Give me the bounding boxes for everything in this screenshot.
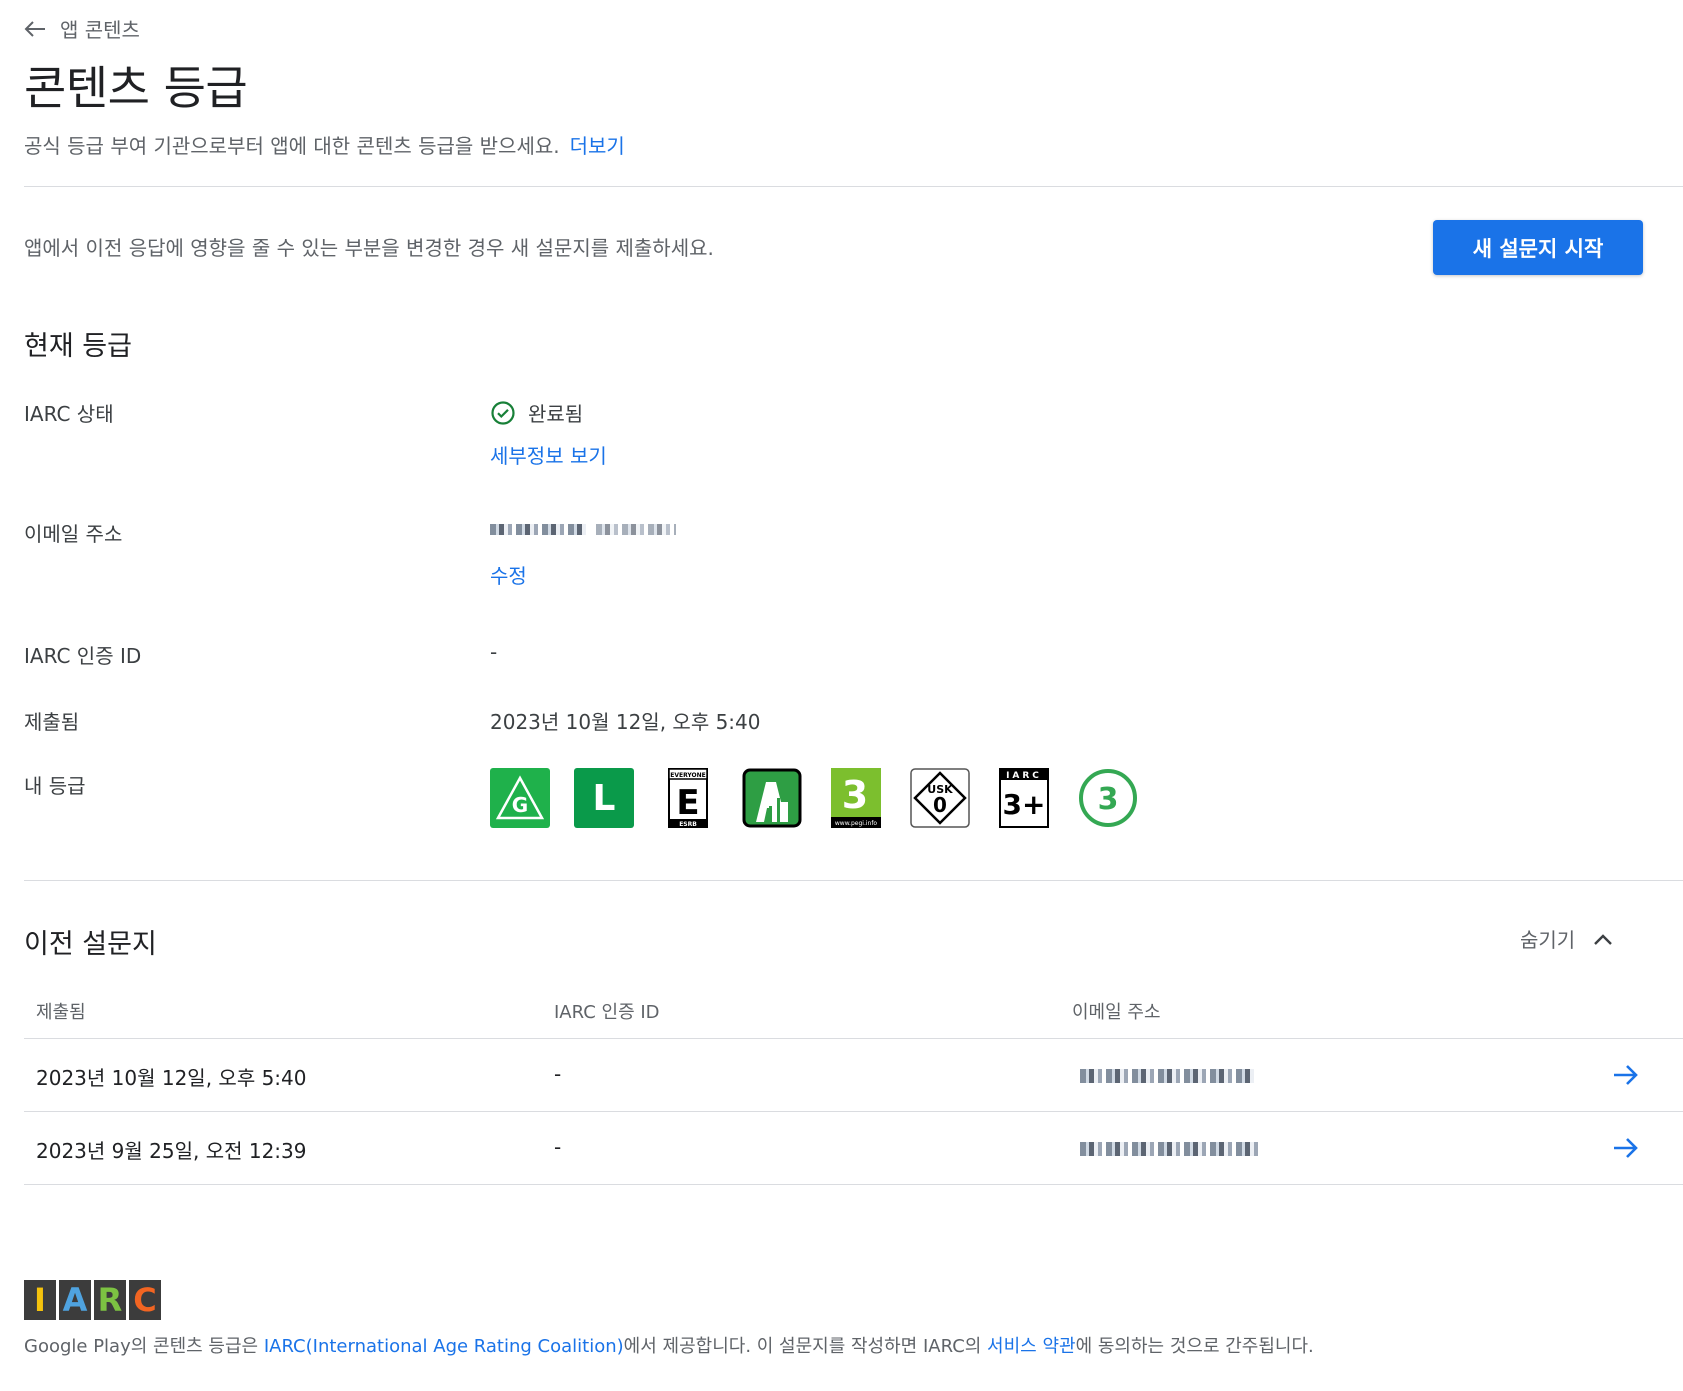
pegi-3-text: 3 [842, 773, 868, 817]
usk-0-icon: USK 0 [910, 768, 970, 828]
page-subtitle: 공식 등급 부여 기관으로부터 앱에 대한 콘텐츠 등급을 받으세요. 더보기 [24, 130, 625, 159]
esrb-e-text: E [676, 783, 699, 823]
current-rating-title: 현재 등급 [24, 331, 132, 362]
iarc-logo-letter-a: A [59, 1280, 91, 1320]
row-1-submitted: 2023년 10월 12일, 오후 5:40 [36, 1066, 307, 1090]
page-title: 콘텐츠 등급 [24, 61, 248, 115]
iarc-link[interactable]: IARC(International Age Rating Coalition) [264, 1336, 624, 1357]
section-divider [24, 880, 1683, 881]
cert-id-value: - [490, 640, 498, 664]
table-bottom-divider [24, 1184, 1683, 1185]
start-new-questionnaire-button[interactable]: 새 설문지 시작 [1433, 220, 1643, 275]
footer-text: Google Play의 콘텐츠 등급은 IARC(International … [24, 1332, 1314, 1358]
iarc-logo-letter-i: I [24, 1280, 56, 1320]
iarc-status-text: 완료됨 [528, 402, 584, 426]
usk-0-text: 0 [933, 793, 947, 817]
row-2-submitted: 2023년 9월 25일, 오전 12:39 [36, 1139, 307, 1163]
classind-l-text: L [592, 777, 616, 819]
chevron-up-icon [1594, 933, 1613, 945]
learn-more-link[interactable]: 더보기 [570, 134, 625, 158]
esrb-everyone-icon: EVERYONE E ESRB [658, 768, 718, 828]
generic-3-icon: 3 [1078, 768, 1138, 828]
cert-id-label: IARC 인증 ID [24, 644, 142, 668]
rating-icons: G L EVERYONE E ESRB 3 www.pegi.info USK … [490, 768, 1138, 828]
column-header-submitted: 제출됨 [36, 1002, 86, 1023]
esrb-bottom-text: ESRB [679, 821, 697, 828]
iarc-status-label: IARC 상태 [24, 402, 114, 426]
header-divider [24, 186, 1683, 187]
footer-text-part-1: Google Play의 콘텐츠 등급은 [24, 1336, 264, 1357]
submitted-value: 2023년 10월 12일, 오후 5:40 [490, 710, 761, 734]
previous-questionnaires-title: 이전 설문지 [24, 929, 157, 960]
generic-3-text: 3 [1098, 782, 1119, 817]
row-2-email-redacted [1080, 1141, 1260, 1160]
esrb-top-text: EVERYONE [670, 772, 705, 779]
pegi-3-icon: 3 www.pegi.info [826, 768, 886, 828]
table-header-divider [24, 1038, 1683, 1039]
submitted-label: 제출됨 [24, 710, 80, 734]
column-header-cert-id: IARC 인증 ID [554, 1002, 660, 1023]
table-row-divider [24, 1111, 1683, 1112]
back-link-label: 앱 콘텐츠 [60, 18, 140, 42]
email-label: 이메일 주소 [24, 522, 123, 546]
row-1-open-arrow-icon[interactable] [1612, 1063, 1640, 1087]
iarc-3plus-text: 3+ [1003, 788, 1046, 821]
iarc-top-text: IARC [1006, 771, 1042, 781]
iarc-logo: I A R C [24, 1280, 161, 1320]
terms-of-service-link[interactable]: 서비스 약관 [987, 1336, 1076, 1357]
iarc-logo-letter-r: R [94, 1280, 126, 1320]
hide-toggle-label: 숨기기 [1520, 928, 1576, 952]
classind-g-text: G [512, 793, 528, 817]
resubmit-notice: 앱에서 이전 응답에 영향을 줄 수 있는 부분을 변경한 경우 새 설문지를 … [24, 236, 714, 260]
check-circle-icon [491, 400, 515, 425]
iarc-3plus-icon: IARC 3+ [994, 768, 1054, 828]
arrow-left-icon [24, 20, 45, 37]
column-header-email: 이메일 주소 [1072, 1002, 1161, 1023]
footer-text-part-3: 에 동의하는 것으로 간주됩니다. [1075, 1336, 1314, 1357]
subtitle-text: 공식 등급 부여 기관으로부터 앱에 대한 콘텐츠 등급을 받으세요. [24, 134, 560, 158]
row-2-cert-id: - [554, 1135, 562, 1159]
classind-g-icon: G [490, 768, 550, 828]
row-1-email-redacted [1080, 1068, 1254, 1087]
acb-general-icon [742, 768, 802, 828]
email-value-redacted [490, 524, 676, 535]
view-details-link[interactable]: 세부정보 보기 [490, 440, 607, 469]
hide-toggle-button[interactable]: 숨기기 [1520, 924, 1613, 953]
pegi-bottom-text: www.pegi.info [835, 820, 878, 827]
iarc-logo-letter-c: C [129, 1280, 161, 1320]
row-2-open-arrow-icon[interactable] [1612, 1136, 1640, 1160]
back-link[interactable]: 앱 콘텐츠 [24, 14, 140, 43]
row-1-cert-id: - [554, 1062, 562, 1086]
iarc-status-value: 완료됨 [490, 398, 583, 427]
footer-text-part-2: 에서 제공합니다. 이 설문지를 작성하면 IARC의 [623, 1336, 988, 1357]
edit-email-link[interactable]: 수정 [490, 560, 527, 589]
my-rating-label: 내 등급 [24, 774, 86, 798]
classind-l-icon: L [574, 768, 634, 828]
